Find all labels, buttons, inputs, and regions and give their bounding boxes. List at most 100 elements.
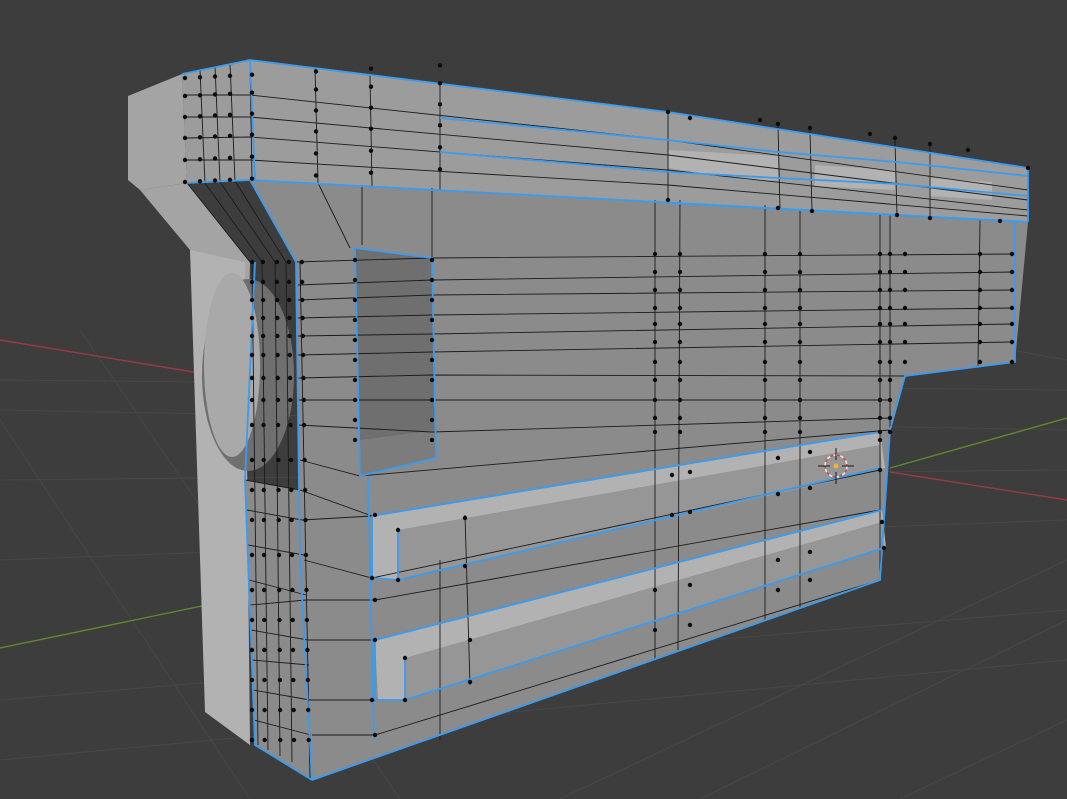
mesh-vertex[interactable] [227, 177, 233, 182]
mesh-vertex[interactable] [313, 87, 319, 92]
mesh-vertex[interactable] [867, 131, 873, 137]
mesh-vertex[interactable] [274, 259, 280, 265]
mesh-vertex[interactable] [300, 315, 305, 321]
mesh-vertex[interactable] [887, 415, 893, 421]
mesh-vertex[interactable] [302, 457, 307, 463]
mesh-vertex[interactable] [775, 557, 781, 563]
mesh-vertex[interactable] [775, 491, 781, 497]
mesh-vertex[interactable] [797, 269, 803, 275]
mesh-vertex[interactable] [762, 305, 768, 311]
mesh-vertex[interactable] [677, 397, 683, 403]
mesh-vertex[interactable] [290, 587, 295, 593]
mesh-vertex[interactable] [249, 176, 255, 181]
mesh-vertex[interactable] [902, 287, 908, 293]
mesh-vertex[interactable] [877, 339, 883, 345]
mesh-vertex[interactable] [652, 305, 658, 311]
mesh-vertex[interactable] [877, 287, 883, 293]
mesh-vertex[interactable] [372, 637, 378, 643]
mesh-vertex[interactable] [887, 397, 893, 403]
mesh-vertex[interactable] [352, 257, 358, 263]
mesh-vertex[interactable] [305, 677, 310, 683]
mesh-vertex[interactable] [887, 429, 893, 435]
mesh-vertex[interactable] [277, 587, 282, 593]
mesh-vertex[interactable] [797, 397, 803, 403]
mesh-vertex[interactable] [197, 75, 203, 80]
mesh-vertex[interactable] [429, 397, 435, 403]
mesh-vertex[interactable] [902, 321, 908, 327]
mesh-vertex[interactable] [249, 587, 255, 593]
mesh-vertex[interactable] [652, 269, 658, 275]
mesh-vertex[interactable] [197, 135, 203, 140]
mesh-vertex[interactable] [277, 647, 282, 653]
mesh-vertex[interactable] [352, 277, 358, 283]
mesh-vertex[interactable] [286, 279, 292, 285]
mesh-vertex[interactable] [277, 677, 283, 683]
mesh-vertex[interactable] [652, 397, 658, 403]
mesh-vertex[interactable] [227, 73, 233, 79]
mesh-vertex[interactable] [303, 552, 309, 558]
mesh-vertex[interactable] [797, 339, 803, 345]
mesh-vertex[interactable] [278, 737, 283, 743]
mesh-vertex[interactable] [182, 75, 188, 81]
mesh-vertex[interactable] [372, 732, 378, 738]
mesh-vertex[interactable] [1009, 269, 1015, 275]
mesh-vertex[interactable] [877, 437, 883, 443]
mesh-vertex[interactable] [182, 114, 188, 120]
mesh-vertex[interactable] [197, 114, 203, 119]
mesh-vertex[interactable] [275, 397, 281, 403]
mesh-vertex[interactable] [775, 587, 781, 593]
mesh-vertex[interactable] [429, 417, 435, 423]
mesh-vertex[interactable] [249, 154, 255, 159]
mesh-vertex[interactable] [877, 359, 883, 365]
mesh-vertex[interactable] [212, 92, 218, 97]
mesh-vertex[interactable] [402, 655, 408, 661]
mesh-vertex[interactable] [368, 84, 374, 89]
mesh-vertex[interactable] [289, 552, 295, 558]
mesh-vertex[interactable] [260, 259, 266, 265]
mesh-vertex[interactable] [249, 72, 255, 77]
mesh-vertex[interactable] [807, 549, 813, 555]
mesh-vertex[interactable] [262, 707, 267, 713]
mesh-vertex[interactable] [300, 333, 305, 339]
mesh-vertex[interactable] [807, 125, 813, 131]
mesh-vertex[interactable] [677, 415, 683, 421]
mesh-vertex[interactable] [352, 317, 358, 323]
mesh-vertex[interactable] [762, 251, 768, 257]
mesh-vertex[interactable] [762, 429, 768, 435]
mesh-vertex[interactable] [261, 333, 266, 339]
mesh-vertex[interactable] [368, 170, 374, 175]
mesh-vertex[interactable] [1009, 321, 1015, 327]
mesh-vertex[interactable] [677, 305, 683, 311]
mesh-vertex[interactable] [276, 552, 282, 558]
mesh-vertex[interactable] [652, 321, 658, 327]
mesh-vertex[interactable] [249, 90, 255, 95]
mesh-vertex[interactable] [249, 552, 255, 558]
mesh-vertex[interactable] [887, 251, 893, 257]
mesh-vertex[interactable] [352, 297, 358, 303]
mesh-vertex[interactable] [687, 509, 693, 515]
mesh-vertex[interactable] [291, 707, 296, 713]
mesh-vertex[interactable] [249, 422, 255, 428]
mesh-vertex[interactable] [262, 737, 267, 743]
mesh-vertex[interactable] [652, 415, 658, 421]
mesh-vertex[interactable] [887, 269, 893, 275]
mesh-vertex[interactable] [306, 737, 311, 743]
mesh-vertex[interactable] [369, 575, 375, 581]
mesh-vertex[interactable] [687, 115, 693, 121]
mesh-vertex[interactable] [277, 617, 282, 623]
mesh-vertex[interactable] [437, 123, 443, 128]
mesh-vertex[interactable] [249, 279, 255, 285]
mesh-vertex[interactable] [302, 487, 308, 493]
mesh-vertex[interactable] [902, 251, 908, 257]
mesh-vertex[interactable] [197, 157, 203, 162]
viewport-scene[interactable] [0, 0, 1067, 799]
mesh-vertex[interactable] [368, 105, 374, 110]
mesh-vertex[interactable] [652, 377, 658, 383]
mesh-vertex[interactable] [182, 135, 188, 141]
mesh-vertex[interactable] [807, 577, 813, 583]
mesh-vertex[interactable] [677, 269, 683, 275]
mesh-vertex[interactable] [669, 472, 675, 478]
mesh-vertex[interactable] [877, 251, 883, 257]
mesh-vertex[interactable] [762, 321, 768, 327]
mesh-vertex[interactable] [665, 197, 671, 203]
